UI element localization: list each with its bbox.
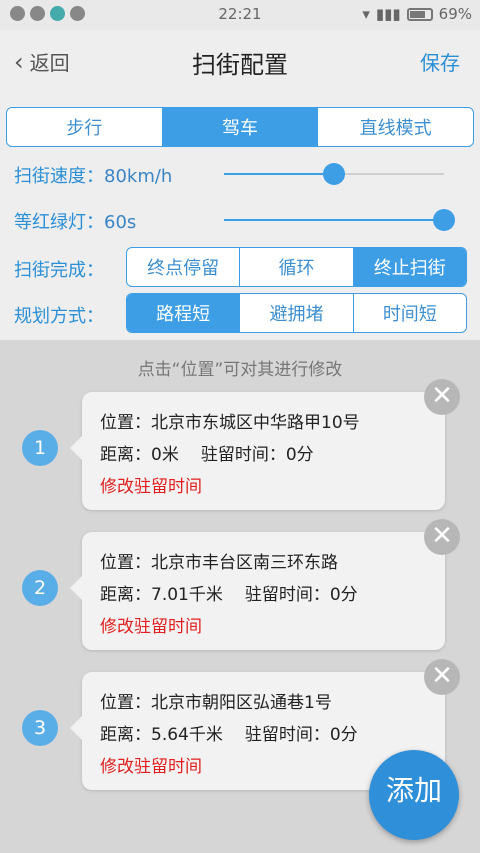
remove-waypoint-close-icon[interactable]: ✕: [424, 379, 460, 415]
speed-label: 扫街速度：: [14, 166, 104, 187]
tab-straight-line[interactable]: 直线模式: [317, 108, 473, 146]
traffic-light-label: 等红绿灯：: [14, 212, 104, 233]
plan-label: 规划方式：: [14, 306, 104, 327]
waypoint-card: 位置：北京市东城区中华路甲10号 距离：0米 驻留时间：0分 修改驻留时间: [70, 392, 445, 510]
waypoint-number: 1: [22, 430, 58, 466]
waypoint-stay-time: 驻留时间：0分: [244, 725, 358, 745]
traffic-light-slider-fill: [224, 219, 444, 221]
waypoint-distance-row: 距离：5.64千米 驻留时间：0分: [100, 720, 358, 745]
waypoint-location[interactable]: 位置：北京市丰台区南三环东路: [100, 548, 338, 573]
plan-option-shortest-time[interactable]: 时间短: [352, 294, 466, 332]
battery-icon: [406, 7, 433, 21]
waypoint-number: 2: [22, 570, 58, 606]
waypoint-distance-row: 距离：7.01千米 驻留时间：0分: [100, 580, 358, 605]
waypoint-number: 3: [22, 710, 58, 746]
speed-slider[interactable]: [224, 163, 444, 185]
add-waypoint-button[interactable]: 添加: [369, 750, 459, 840]
speed-row: 扫街速度：80km/h: [14, 162, 172, 188]
finish-option-loop[interactable]: 循环: [239, 248, 352, 286]
save-button[interactable]: 保存: [420, 47, 460, 76]
waypoint-location[interactable]: 位置：北京市朝阳区弘通巷1号: [100, 688, 332, 713]
waypoint-distance-row: 距离：0米 驻留时间：0分: [100, 440, 314, 465]
finish-option-stay-at-end[interactable]: 终点停留: [127, 248, 239, 286]
traffic-light-row: 等红绿灯：60s: [14, 208, 136, 234]
speed-slider-fill: [224, 173, 334, 175]
wifi-icon: ▾: [362, 5, 370, 23]
status-bar: 22:21 ▾ ▮▮▮ 69%: [0, 0, 480, 30]
edit-hint: 点击“位置”可对其进行修改: [137, 360, 343, 380]
waypoint-stay-time: 驻留时间：0分: [200, 445, 314, 465]
traffic-light-slider[interactable]: [224, 209, 455, 231]
finish-option-stop[interactable]: 终止扫街: [352, 248, 466, 286]
edit-stay-time-link[interactable]: 修改驻留时间: [100, 752, 202, 777]
waypoint-location[interactable]: 位置：北京市东城区中华路甲10号: [100, 408, 360, 433]
plan-option-shortest-distance[interactable]: 路程短: [127, 294, 240, 332]
tab-walk[interactable]: 步行: [7, 108, 162, 146]
edit-stay-time-link[interactable]: 修改驻留时间: [100, 612, 202, 637]
nav-bar: ‹ 返回 扫街配置 保存: [0, 30, 480, 90]
speed-slider-handle[interactable]: [323, 163, 345, 185]
tab-drive[interactable]: 驾车: [161, 108, 318, 146]
plan-option-avoid-congestion[interactable]: 避拥堵: [239, 294, 352, 332]
plan-options: 路程短 避拥堵 时间短: [126, 293, 467, 333]
waypoint-stay-time: 驻留时间：0分: [244, 585, 358, 605]
battery-percent: 69%: [438, 5, 472, 23]
edit-stay-time-link[interactable]: 修改驻留时间: [100, 472, 202, 497]
finish-label: 扫街完成：: [14, 260, 104, 281]
traffic-light-slider-handle[interactable]: [433, 209, 455, 231]
remove-waypoint-close-icon[interactable]: ✕: [424, 659, 460, 695]
waypoint-card: 位置：北京市丰台区南三环东路 距离：7.01千米 驻留时间：0分 修改驻留时间: [70, 532, 445, 650]
waypoint-distance: 距离：7.01千米: [100, 585, 223, 605]
waypoint-distance: 距离：0米: [100, 445, 179, 465]
traffic-light-value: 60s: [104, 212, 137, 233]
finish-options: 终点停留 循环 终止扫街: [126, 247, 467, 287]
mode-tabs: 步行 驾车 直线模式: [6, 107, 474, 147]
waypoint-distance: 距离：5.64千米: [100, 725, 223, 745]
remove-waypoint-close-icon[interactable]: ✕: [424, 519, 460, 555]
page-title: 扫街配置: [192, 51, 288, 79]
signal-icon: ▮▮▮: [375, 5, 401, 23]
speed-value: 80km/h: [104, 166, 173, 187]
